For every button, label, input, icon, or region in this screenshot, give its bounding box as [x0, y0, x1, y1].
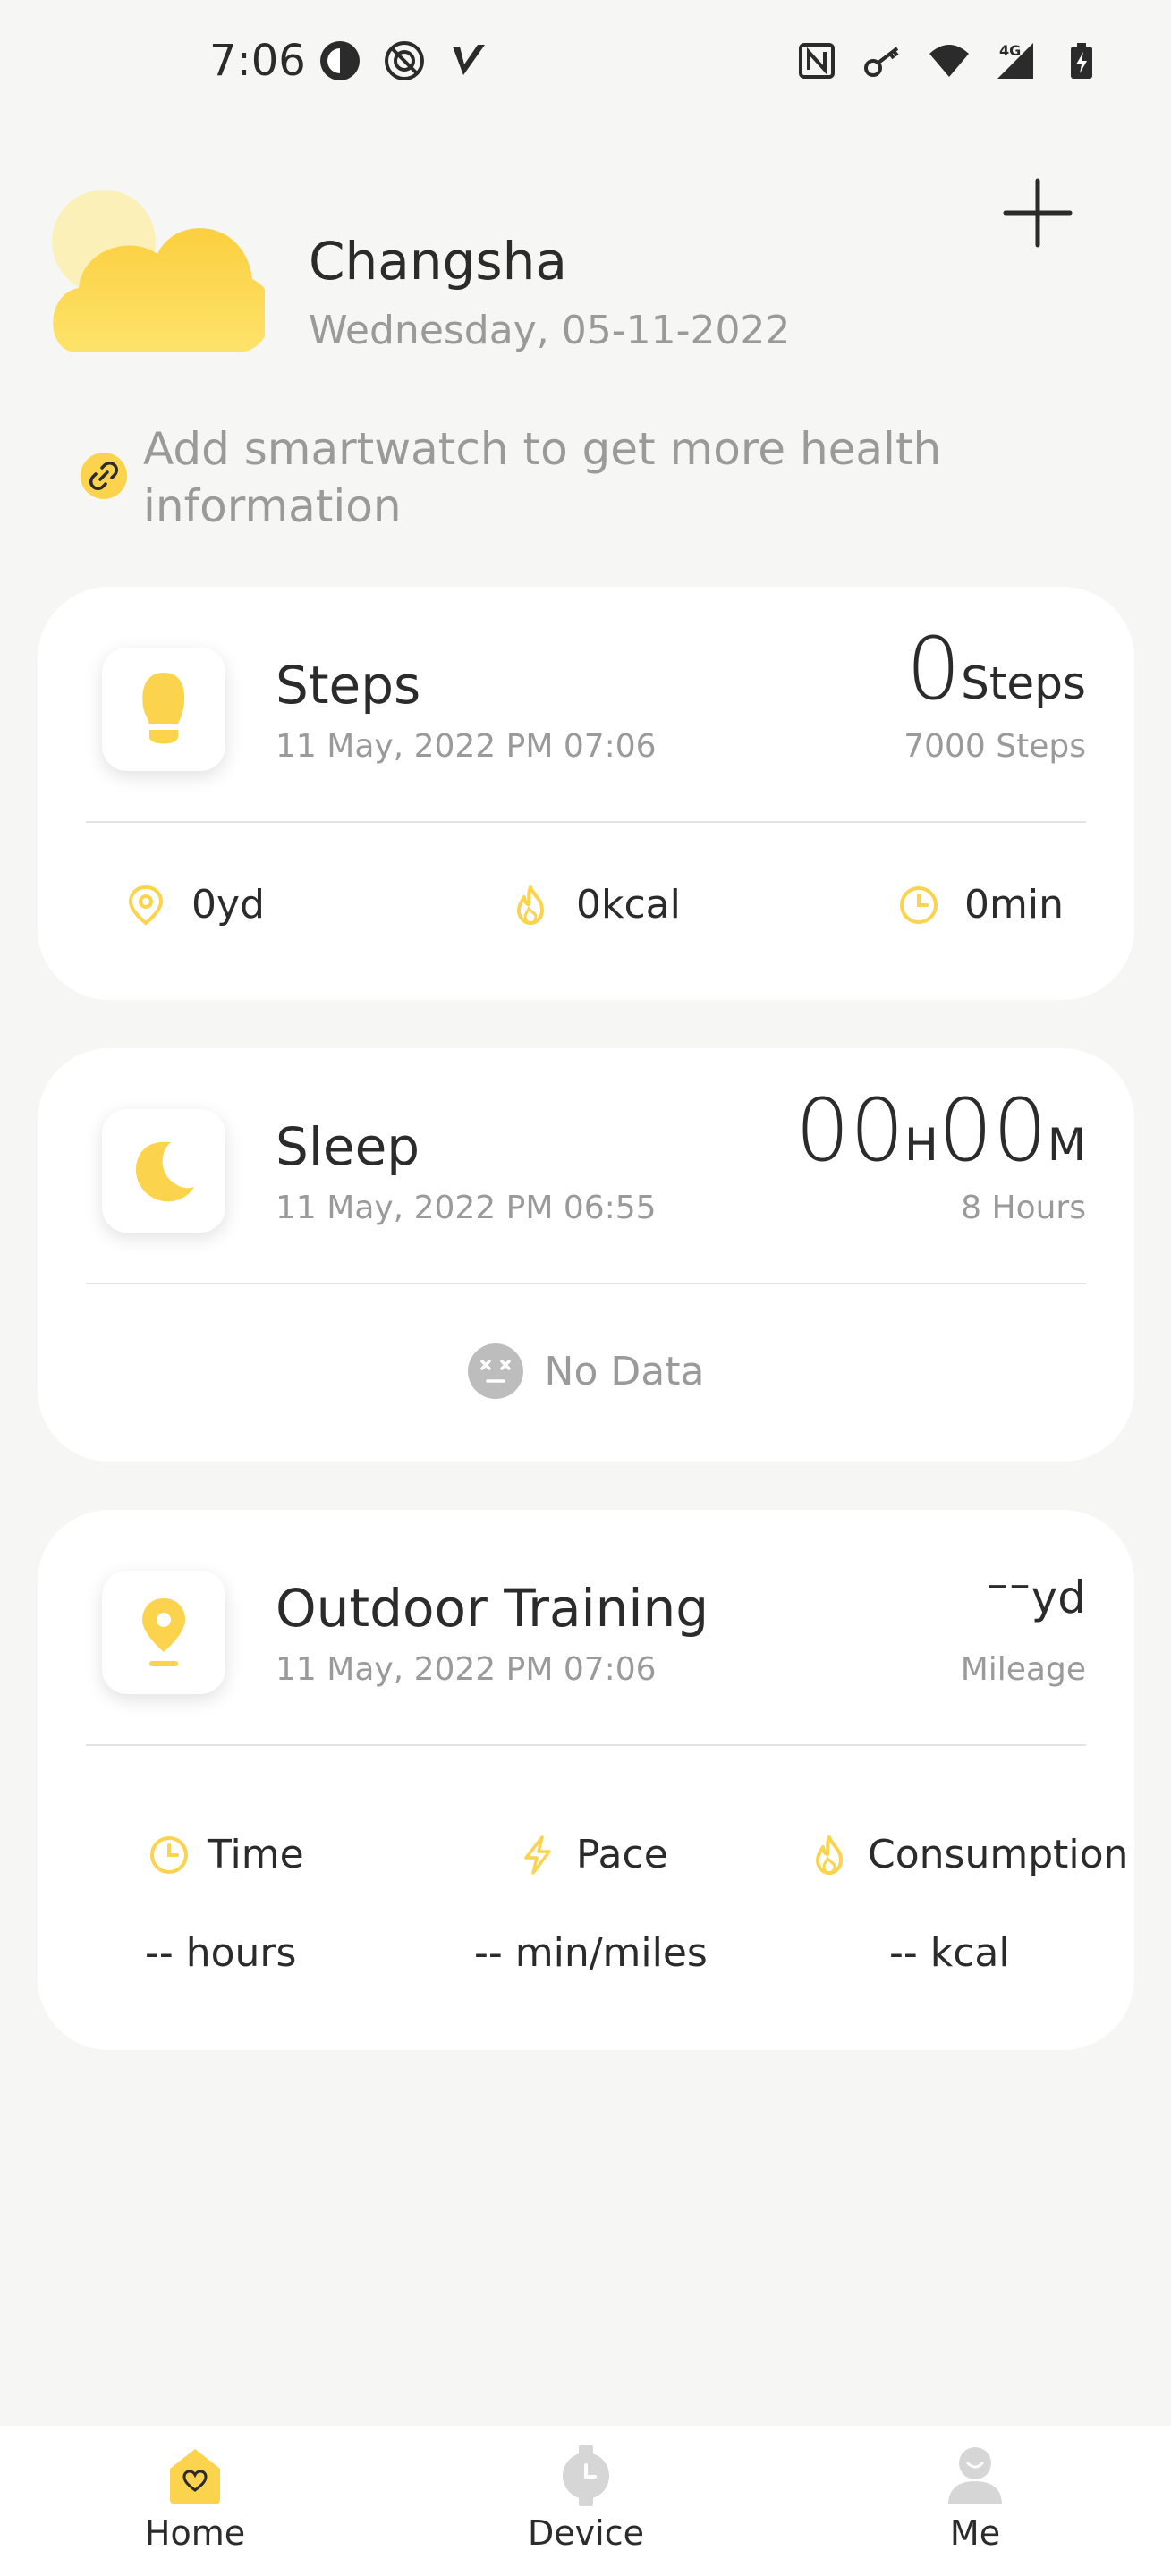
v-logo-icon [453, 45, 485, 75]
nav-home[interactable]: Home [97, 2444, 293, 2553]
person-icon [948, 2447, 1002, 2504]
steps-calories: 0kcal [510, 882, 681, 928]
crossed-circle-icon [385, 41, 424, 80]
status-bar: 7:06 4G [0, 0, 1171, 134]
svg-text:4G: 4G [999, 42, 1021, 59]
metric-consumption-value: -- kcal [889, 1930, 1010, 1976]
flame-icon [517, 885, 544, 925]
divider [86, 1744, 1086, 1746]
sleep-no-data: No Data [38, 1343, 1134, 1399]
divider [86, 821, 1086, 823]
sleep-card[interactable]: Sleep 11 May, 2022 PM 06:55 00 H 00 M 8 … [38, 1048, 1134, 1462]
steps-value: 0 Steps [906, 619, 1086, 719]
plus-icon[interactable] [1000, 175, 1075, 250]
steps-goal: 7000 Steps [904, 728, 1086, 765]
hint-text: Add smartwatch to get more health inform… [143, 423, 942, 532]
battery-charging-icon [1071, 43, 1092, 79]
clock-icon [900, 886, 938, 924]
sleep-timestamp: 11 May, 2022 PM 06:55 [276, 1190, 657, 1226]
key-icon [864, 47, 899, 77]
current-date: Wednesday, 05-11-2022 [309, 308, 791, 353]
nav-me-label: Me [949, 2513, 1001, 2553]
outdoor-mileage-label: Mileage [960, 1651, 1086, 1688]
outdoor-value: -- yd [986, 1546, 1086, 1628]
nav-device-label: Device [528, 2513, 644, 2553]
heart-home-icon [170, 2449, 220, 2504]
sleep-value: 00 H 00 M [795, 1080, 1086, 1181]
flame-icon [816, 1835, 843, 1875]
nfc-icon [799, 43, 835, 79]
map-pin-icon [142, 1598, 185, 1666]
steps-icon-box [102, 648, 225, 771]
sleep-hours-unit: H [904, 1119, 938, 1171]
metric-consumption-text: Consumption [868, 1832, 1129, 1877]
steps-title: Steps [276, 655, 421, 716]
nav-device[interactable]: Device [488, 2444, 684, 2553]
sleep-hours: 00 [794, 1080, 905, 1181]
pie-circle-icon [320, 41, 360, 80]
sleep-minutes-unit: M [1047, 1119, 1086, 1171]
nav-home-label: Home [144, 2513, 246, 2553]
divider [86, 1283, 1086, 1284]
lightning-icon [524, 1835, 551, 1875]
steps-duration: 0min [898, 882, 1064, 928]
moon-icon [135, 1141, 194, 1202]
bottom-nav: Home Device Me [0, 2426, 1171, 2576]
outdoor-mileage: -- [986, 1546, 1031, 1619]
status-time: 7:06 [209, 36, 306, 86]
metric-pace-text: Pace [576, 1832, 668, 1877]
steps-card[interactable]: Steps 11 May, 2022 PM 07:06 0 Steps 7000… [38, 587, 1134, 1000]
outdoor-timestamp: 11 May, 2022 PM 07:06 [276, 1651, 657, 1688]
link-icon [81, 453, 127, 499]
sleep-icon-box [102, 1109, 225, 1233]
dizzy-face-icon [467, 1343, 523, 1399]
metric-time-text: Time [208, 1832, 304, 1877]
steps-duration-value: 0min [964, 882, 1064, 928]
wifi-icon [929, 45, 969, 77]
add-smartwatch-hint[interactable]: Add smartwatch to get more health inform… [81, 420, 1082, 535]
location-pin-icon [128, 885, 164, 926]
steps-distance: 0yd [125, 882, 265, 928]
outdoor-training-card[interactable]: Outdoor Training 11 May, 2022 PM 07:06 -… [38, 1510, 1134, 2050]
metric-pace-value: -- min/miles [474, 1930, 708, 1976]
metric-time-label: Time [148, 1832, 304, 1877]
steps-unit: Steps [961, 657, 1086, 709]
steps-count: 0 [906, 619, 962, 719]
cloud-sun-icon [52, 190, 265, 352]
sleep-title: Sleep [276, 1116, 420, 1177]
nav-me[interactable]: Me [877, 2444, 1073, 2553]
metric-time-value: -- hours [145, 1930, 297, 1976]
steps-distance-value: 0yd [191, 882, 265, 928]
clock-icon [150, 1835, 188, 1874]
sleep-minutes: 00 [938, 1080, 1048, 1181]
metric-pace-label: Pace [517, 1832, 668, 1877]
status-left-icons [318, 39, 490, 82]
signal-4g-icon: 4G [997, 42, 1033, 79]
steps-timestamp: 11 May, 2022 PM 07:06 [276, 728, 657, 765]
watch-icon [563, 2445, 609, 2506]
sleep-goal: 8 Hours [961, 1190, 1086, 1226]
outdoor-title: Outdoor Training [276, 1578, 709, 1639]
outdoor-icon-box [102, 1571, 225, 1694]
no-data-text: No Data [544, 1348, 705, 1394]
metric-consumption-label: Consumption [809, 1832, 1128, 1877]
city-name: Changsha [309, 231, 567, 292]
steps-calories-value: 0kcal [576, 882, 681, 928]
outdoor-unit: yd [1031, 1572, 1086, 1623]
footprint-icon [142, 673, 185, 744]
status-right-icons: 4G [795, 39, 1103, 82]
